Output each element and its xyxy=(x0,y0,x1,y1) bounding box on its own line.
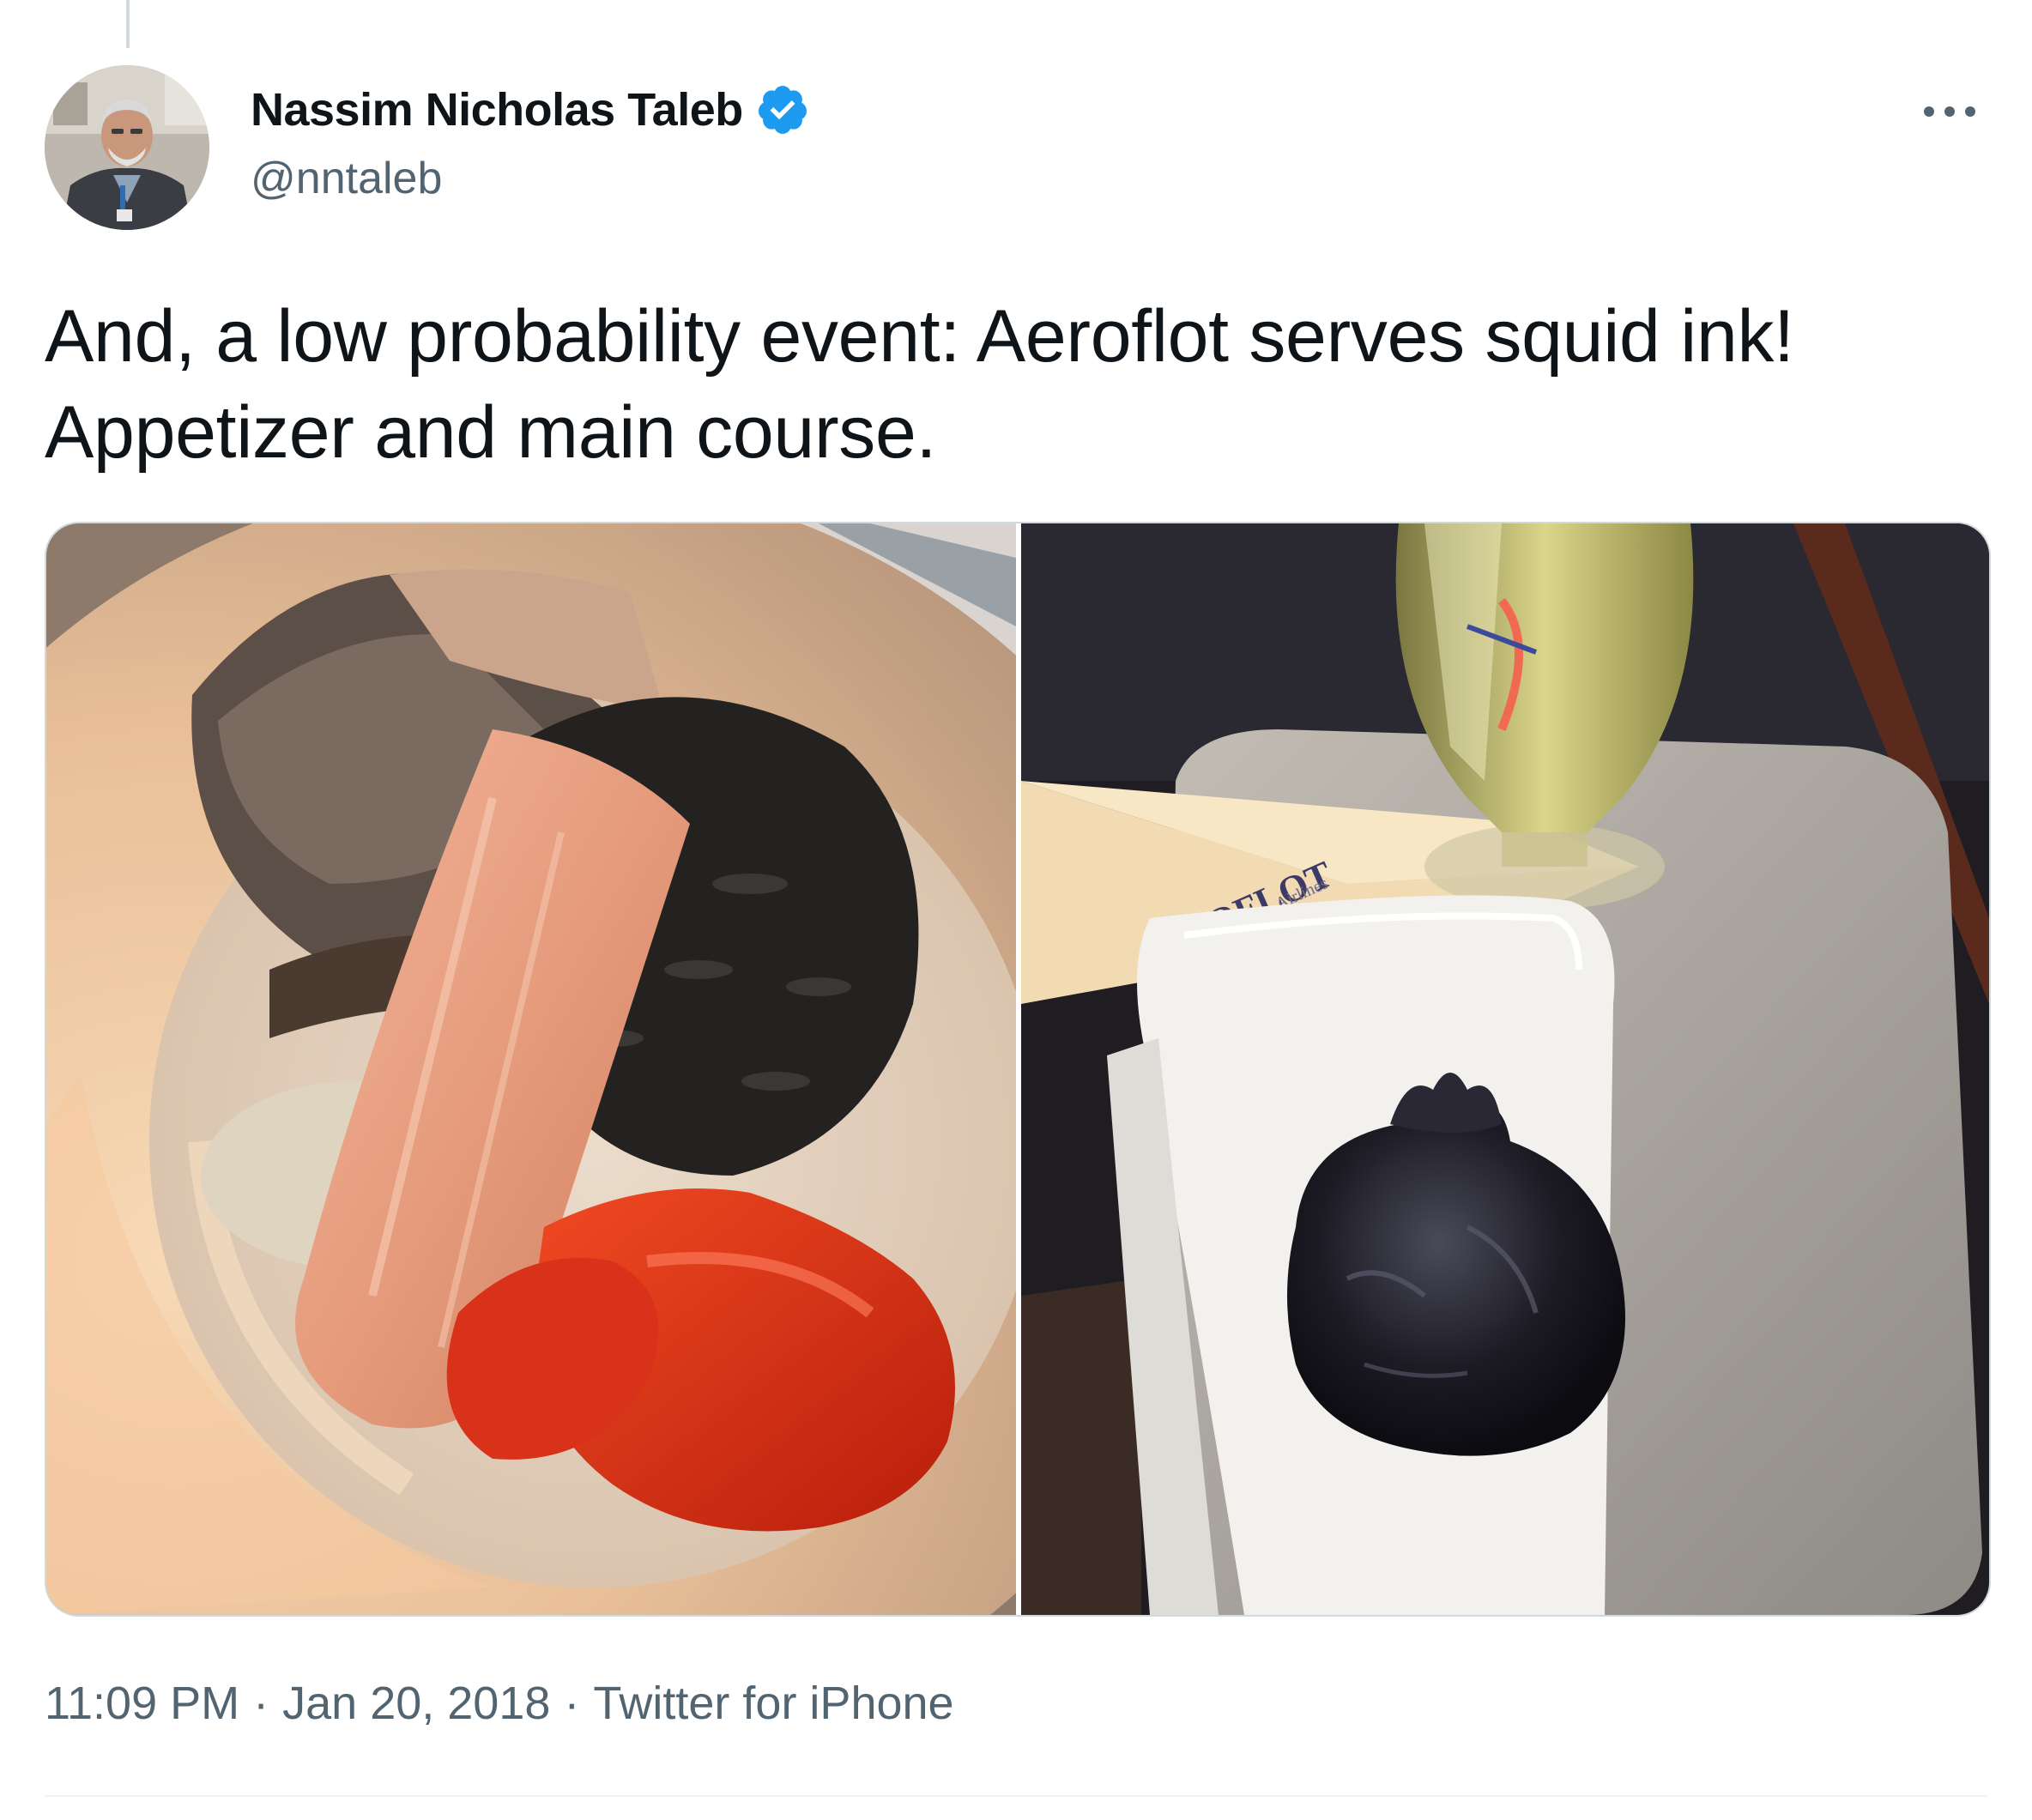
photo-squid-ink-dumpling[interactable]: AEROFLOT Airlines xyxy=(1021,523,1989,1615)
tweet-timestamp-time[interactable]: 11:09 PM xyxy=(45,1677,239,1730)
author-name-row[interactable]: Nassim Nicholas Taleb xyxy=(251,82,810,137)
photo-salmon-squid-ink-rice-image xyxy=(46,523,1016,1615)
avatar[interactable] xyxy=(45,65,209,230)
author-handle[interactable]: @nntaleb xyxy=(251,153,442,204)
tweet-timestamp-date[interactable]: Jan 20, 2018 xyxy=(282,1677,550,1730)
tweet-metadata: 11:09 PM · Jan 20, 2018 · Twitter for iP… xyxy=(45,1677,954,1730)
tweet-text-line-1: And, a low probability event: Aeroflot s… xyxy=(45,295,1794,378)
author-display-name[interactable]: Nassim Nicholas Taleb xyxy=(251,83,743,136)
avatar-image xyxy=(45,65,209,230)
photo-salmon-squid-ink-rice[interactable] xyxy=(46,523,1016,1615)
tweet-media-grid[interactable]: AEROFLOT Airlines xyxy=(45,522,1991,1617)
metadata-separator: · xyxy=(253,1678,269,1729)
photo-squid-ink-dumpling-image: AEROFLOT Airlines xyxy=(1021,523,1989,1615)
tweet-source[interactable]: Twitter for iPhone xyxy=(593,1677,953,1730)
verified-badge-icon xyxy=(758,86,807,134)
tweet-divider xyxy=(45,1795,1987,1797)
metadata-separator: · xyxy=(564,1678,580,1729)
tweet-text-line-2: Appetizer and main course. xyxy=(45,391,937,474)
tweet-text: And, a low probability event: Aeroflot s… xyxy=(45,288,2001,481)
more-horizontal-icon xyxy=(1924,106,1975,117)
thread-connector-line xyxy=(126,0,130,48)
more-options-button[interactable] xyxy=(1915,86,1984,137)
